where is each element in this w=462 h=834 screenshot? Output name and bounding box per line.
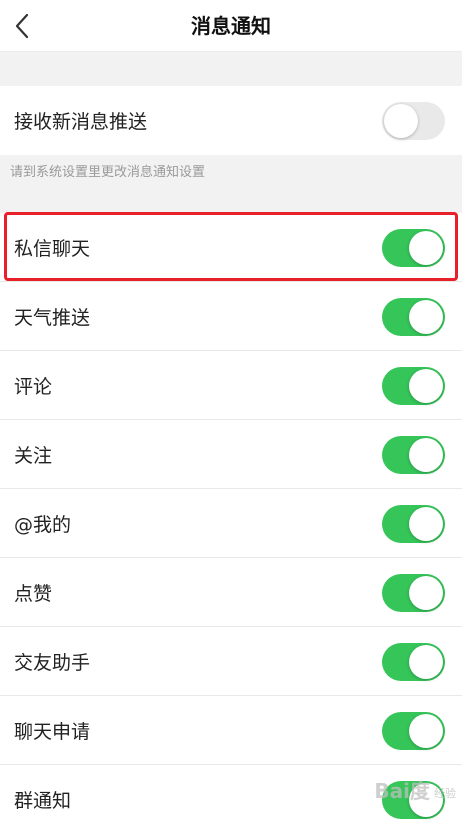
- setting-row-likes: 点赞: [0, 558, 462, 627]
- nav-bar: 消息通知: [0, 0, 462, 52]
- comments-toggle[interactable]: [382, 366, 445, 405]
- toggle-knob: [409, 713, 443, 748]
- toggle-knob: [409, 506, 443, 541]
- setting-label: 点赞: [14, 583, 53, 605]
- weather-toggle[interactable]: [382, 297, 445, 336]
- setting-label: @我的: [14, 514, 72, 536]
- setting-label: 关注: [14, 445, 53, 467]
- setting-row-friend-assistant: 交友助手: [0, 627, 462, 696]
- setting-label: 评论: [14, 376, 53, 398]
- setting-label: 群通知: [14, 790, 72, 812]
- setting-label: 私信聊天: [14, 238, 91, 260]
- push-setting-label: 接收新消息推送: [14, 111, 148, 133]
- toggle-knob: [409, 575, 443, 610]
- private-chat-toggle[interactable]: [382, 228, 445, 267]
- watermark: Bai度 经验: [374, 775, 456, 804]
- push-toggle[interactable]: [382, 101, 445, 140]
- setting-row-weather: 天气推送: [0, 282, 462, 351]
- likes-toggle[interactable]: [382, 573, 445, 612]
- toggle-knob: [409, 644, 443, 679]
- back-button[interactable]: [8, 10, 36, 42]
- setting-label: 聊天申请: [14, 721, 91, 743]
- push-hint: 请到系统设置里更改消息通知设置: [0, 155, 462, 213]
- push-hint-text: 请到系统设置里更改消息通知设置: [10, 165, 206, 180]
- watermark-sub: 经验: [434, 787, 456, 800]
- setting-row-follow: 关注: [0, 420, 462, 489]
- toggle-knob: [409, 230, 443, 265]
- toggle-knob: [409, 368, 443, 403]
- setting-row-private-chat: 私信聊天: [0, 213, 462, 282]
- follow-toggle[interactable]: [382, 435, 445, 474]
- page-title: 消息通知: [191, 14, 271, 38]
- setting-label: 交友助手: [14, 652, 91, 674]
- chevron-left-icon: [15, 13, 29, 39]
- setting-row-mentions: @我的: [0, 489, 462, 558]
- push-setting-row: 接收新消息推送: [0, 86, 462, 155]
- setting-label: 天气推送: [14, 307, 91, 329]
- section-gap: [0, 52, 462, 86]
- toggle-knob: [409, 299, 443, 334]
- setting-row-comments: 评论: [0, 351, 462, 420]
- mentions-toggle[interactable]: [382, 504, 445, 543]
- notification-list: 私信聊天 天气推送 评论 关注 @我的 点赞 交友助手 聊天申请 群通知: [0, 213, 462, 834]
- setting-row-chat-request: 聊天申请: [0, 696, 462, 765]
- friend-assistant-toggle[interactable]: [382, 642, 445, 681]
- watermark-logo: Bai度: [374, 779, 430, 803]
- chat-request-toggle[interactable]: [382, 711, 445, 750]
- toggle-knob: [384, 103, 418, 138]
- toggle-knob: [409, 437, 443, 472]
